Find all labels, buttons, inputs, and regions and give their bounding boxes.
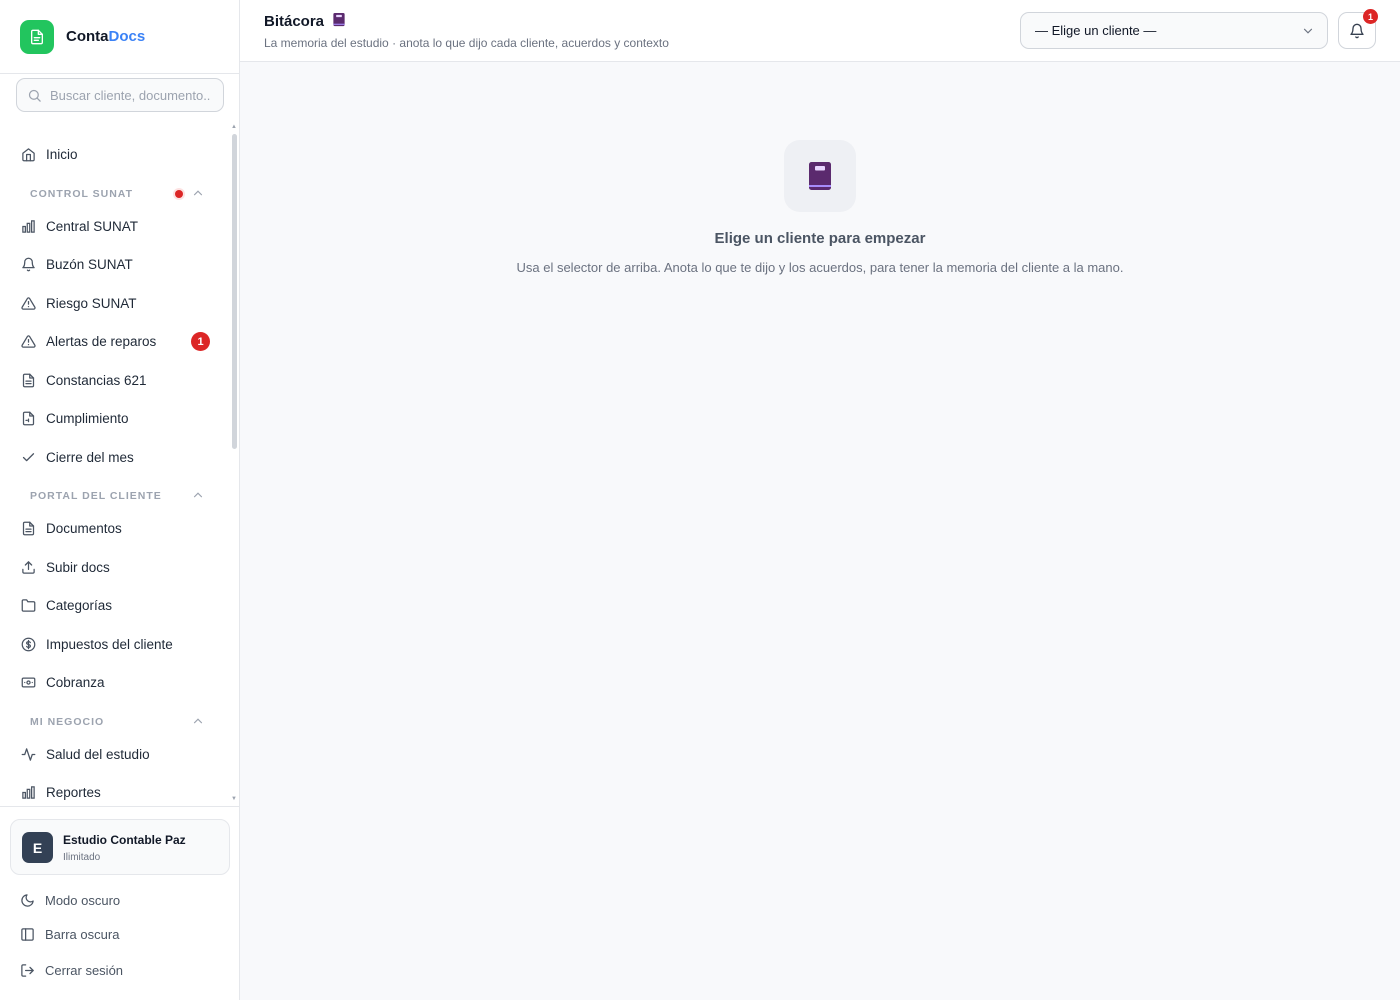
sidebar-item-impuestos[interactable]: Impuestos del cliente [0, 626, 230, 662]
brand-name-part2: Docs [108, 28, 146, 45]
sidebar-item-reportes[interactable]: Reportes [0, 774, 230, 805]
sidebar-item-constancias[interactable]: Constancias 621 [0, 362, 230, 398]
sidebar-item-label: Inicio [46, 146, 78, 162]
sidebar-item-subir-docs[interactable]: Subir docs [0, 549, 230, 585]
sidebar-item-label: Cobranza [46, 674, 105, 690]
account-plan: Ilimitado [63, 852, 101, 863]
logout-icon [21, 963, 34, 977]
scroll-up-arrow[interactable]: ▲ [231, 124, 237, 130]
sidebar-item-salud[interactable]: Salud del estudio [0, 736, 230, 772]
search-input[interactable] [50, 87, 210, 103]
sidebar-item-label: Cierre del mes [46, 449, 134, 465]
sidebar: ContaDocs Inicio CONTROL SUNAT Central S… [0, 0, 240, 1000]
page-title-text: Bitácora [264, 13, 325, 30]
dark-sidebar-label: Barra oscura [45, 926, 120, 942]
page-title: Bitácora [264, 12, 346, 30]
client-select[interactable]: — Elige un cliente — [1020, 12, 1328, 49]
alert-count-badge: 1 [191, 332, 210, 351]
top-header: Bitácora La memoria del estudio · anota … [240, 0, 1400, 62]
sidebar-item-label: Constancias 621 [46, 372, 147, 388]
avatar: E [22, 832, 53, 863]
section-label: PORTAL DEL CLIENTE [30, 490, 162, 502]
search-box [16, 78, 224, 112]
book-icon [333, 12, 345, 27]
sidebar-nav: Inicio CONTROL SUNAT Central SUNAT Buzón… [0, 125, 230, 805]
sidebar-item-label: Riesgo SUNAT [46, 295, 137, 311]
moon-icon [21, 893, 34, 907]
sidebar-item-central-sunat[interactable]: Central SUNAT [0, 208, 230, 244]
section-label: MI NEGOCIO [30, 716, 105, 728]
bar-chart-icon [20, 218, 36, 234]
dark-mode-label: Modo oscuro [45, 892, 121, 908]
empty-state-title: Elige un cliente para empezar [714, 230, 926, 247]
section-label: CONTROL SUNAT [30, 188, 134, 200]
document-icon [20, 372, 36, 388]
brand-name: ContaDocs [66, 28, 145, 45]
bell-icon [1350, 23, 1364, 38]
logout-label: Cerrar sesión [45, 962, 124, 978]
home-icon [20, 146, 36, 162]
check-icon [20, 449, 36, 465]
sidebar-item-label: Cumplimiento [46, 410, 129, 426]
account-card[interactable]: E Estudio Contable Paz Ilimitado [10, 819, 230, 875]
chevron-up-icon [193, 190, 203, 196]
sidebar-item-cumplimiento[interactable]: Cumplimiento [0, 400, 230, 436]
sidebar-item-label: Buzón SUNAT [46, 256, 133, 272]
scroll-down-arrow[interactable]: ▼ [231, 796, 237, 802]
page-subtitle: La memoria del estudio · anota lo que di… [264, 36, 669, 50]
logout-button[interactable]: Cerrar sesión [20, 960, 123, 980]
client-select-value: — Elige un cliente — [1035, 23, 1157, 38]
warning-icon [20, 333, 36, 349]
status-dot [175, 190, 183, 198]
sidebar-item-label: Central SUNAT [46, 218, 139, 234]
sidebar-item-inicio[interactable]: Inicio [0, 136, 230, 172]
sidebar-item-cierre-mes[interactable]: Cierre del mes [0, 439, 230, 475]
section-portal-cliente[interactable]: PORTAL DEL CLIENTE [30, 487, 205, 505]
sidebar-scrollbar[interactable]: ▲ ▼ [231, 124, 237, 804]
sidebar-item-label: Subir docs [46, 559, 110, 575]
brand-logo [20, 19, 54, 54]
sidebar-item-label: Salud del estudio [46, 746, 150, 762]
sidebar-item-buzon-sunat[interactable]: Buzón SUNAT [0, 246, 230, 282]
notification-badge: 1 [1363, 9, 1378, 24]
chevron-up-icon [193, 492, 203, 498]
folder-icon [20, 597, 36, 613]
sidebar-item-label: Alertas de reparos [46, 333, 157, 349]
activity-icon [20, 746, 36, 762]
section-control-sunat[interactable]: CONTROL SUNAT [30, 185, 205, 203]
bell-icon [20, 256, 36, 272]
upload-icon [20, 559, 36, 575]
sidebar-item-label: Categorías [46, 597, 113, 613]
sidebar-item-cobranza[interactable]: Cobranza [0, 664, 230, 700]
brand[interactable]: ContaDocs [0, 0, 239, 74]
chevron-up-icon [193, 718, 203, 724]
dark-mode-toggle[interactable]: Modo oscuro [20, 890, 120, 910]
sidebar-item-categorias[interactable]: Categorías [0, 587, 230, 623]
sidebar-item-riesgo-sunat[interactable]: Riesgo SUNAT [0, 285, 230, 321]
sidebar-footer: E Estudio Contable Paz Ilimitado Modo os… [0, 806, 240, 1000]
warning-icon [20, 295, 36, 311]
search-icon [28, 89, 41, 102]
empty-state-icon [784, 140, 856, 212]
sidebar-item-label: Documentos [46, 520, 122, 536]
chevron-down-icon [1303, 28, 1313, 34]
sidebar-icon [21, 927, 34, 941]
book-icon [809, 162, 831, 190]
scrollbar-thumb[interactable] [232, 134, 237, 449]
sidebar-item-label: Reportes [46, 784, 101, 800]
document-icon [20, 520, 36, 536]
sidebar-item-documentos[interactable]: Documentos [0, 510, 230, 546]
bar-chart-icon [20, 784, 36, 800]
brand-name-part1: Conta [66, 28, 109, 45]
card-icon [20, 674, 36, 690]
file-icon [31, 29, 43, 44]
dark-sidebar-toggle[interactable]: Barra oscura [20, 924, 119, 944]
dollar-icon [20, 636, 36, 652]
account-name: Estudio Contable Paz [63, 833, 186, 847]
empty-state-description: Usa el selector de arriba. Anota lo que … [516, 260, 1124, 275]
section-mi-negocio[interactable]: MI NEGOCIO [30, 713, 205, 731]
document-icon [20, 410, 36, 426]
sidebar-item-label: Impuestos del cliente [46, 636, 173, 652]
